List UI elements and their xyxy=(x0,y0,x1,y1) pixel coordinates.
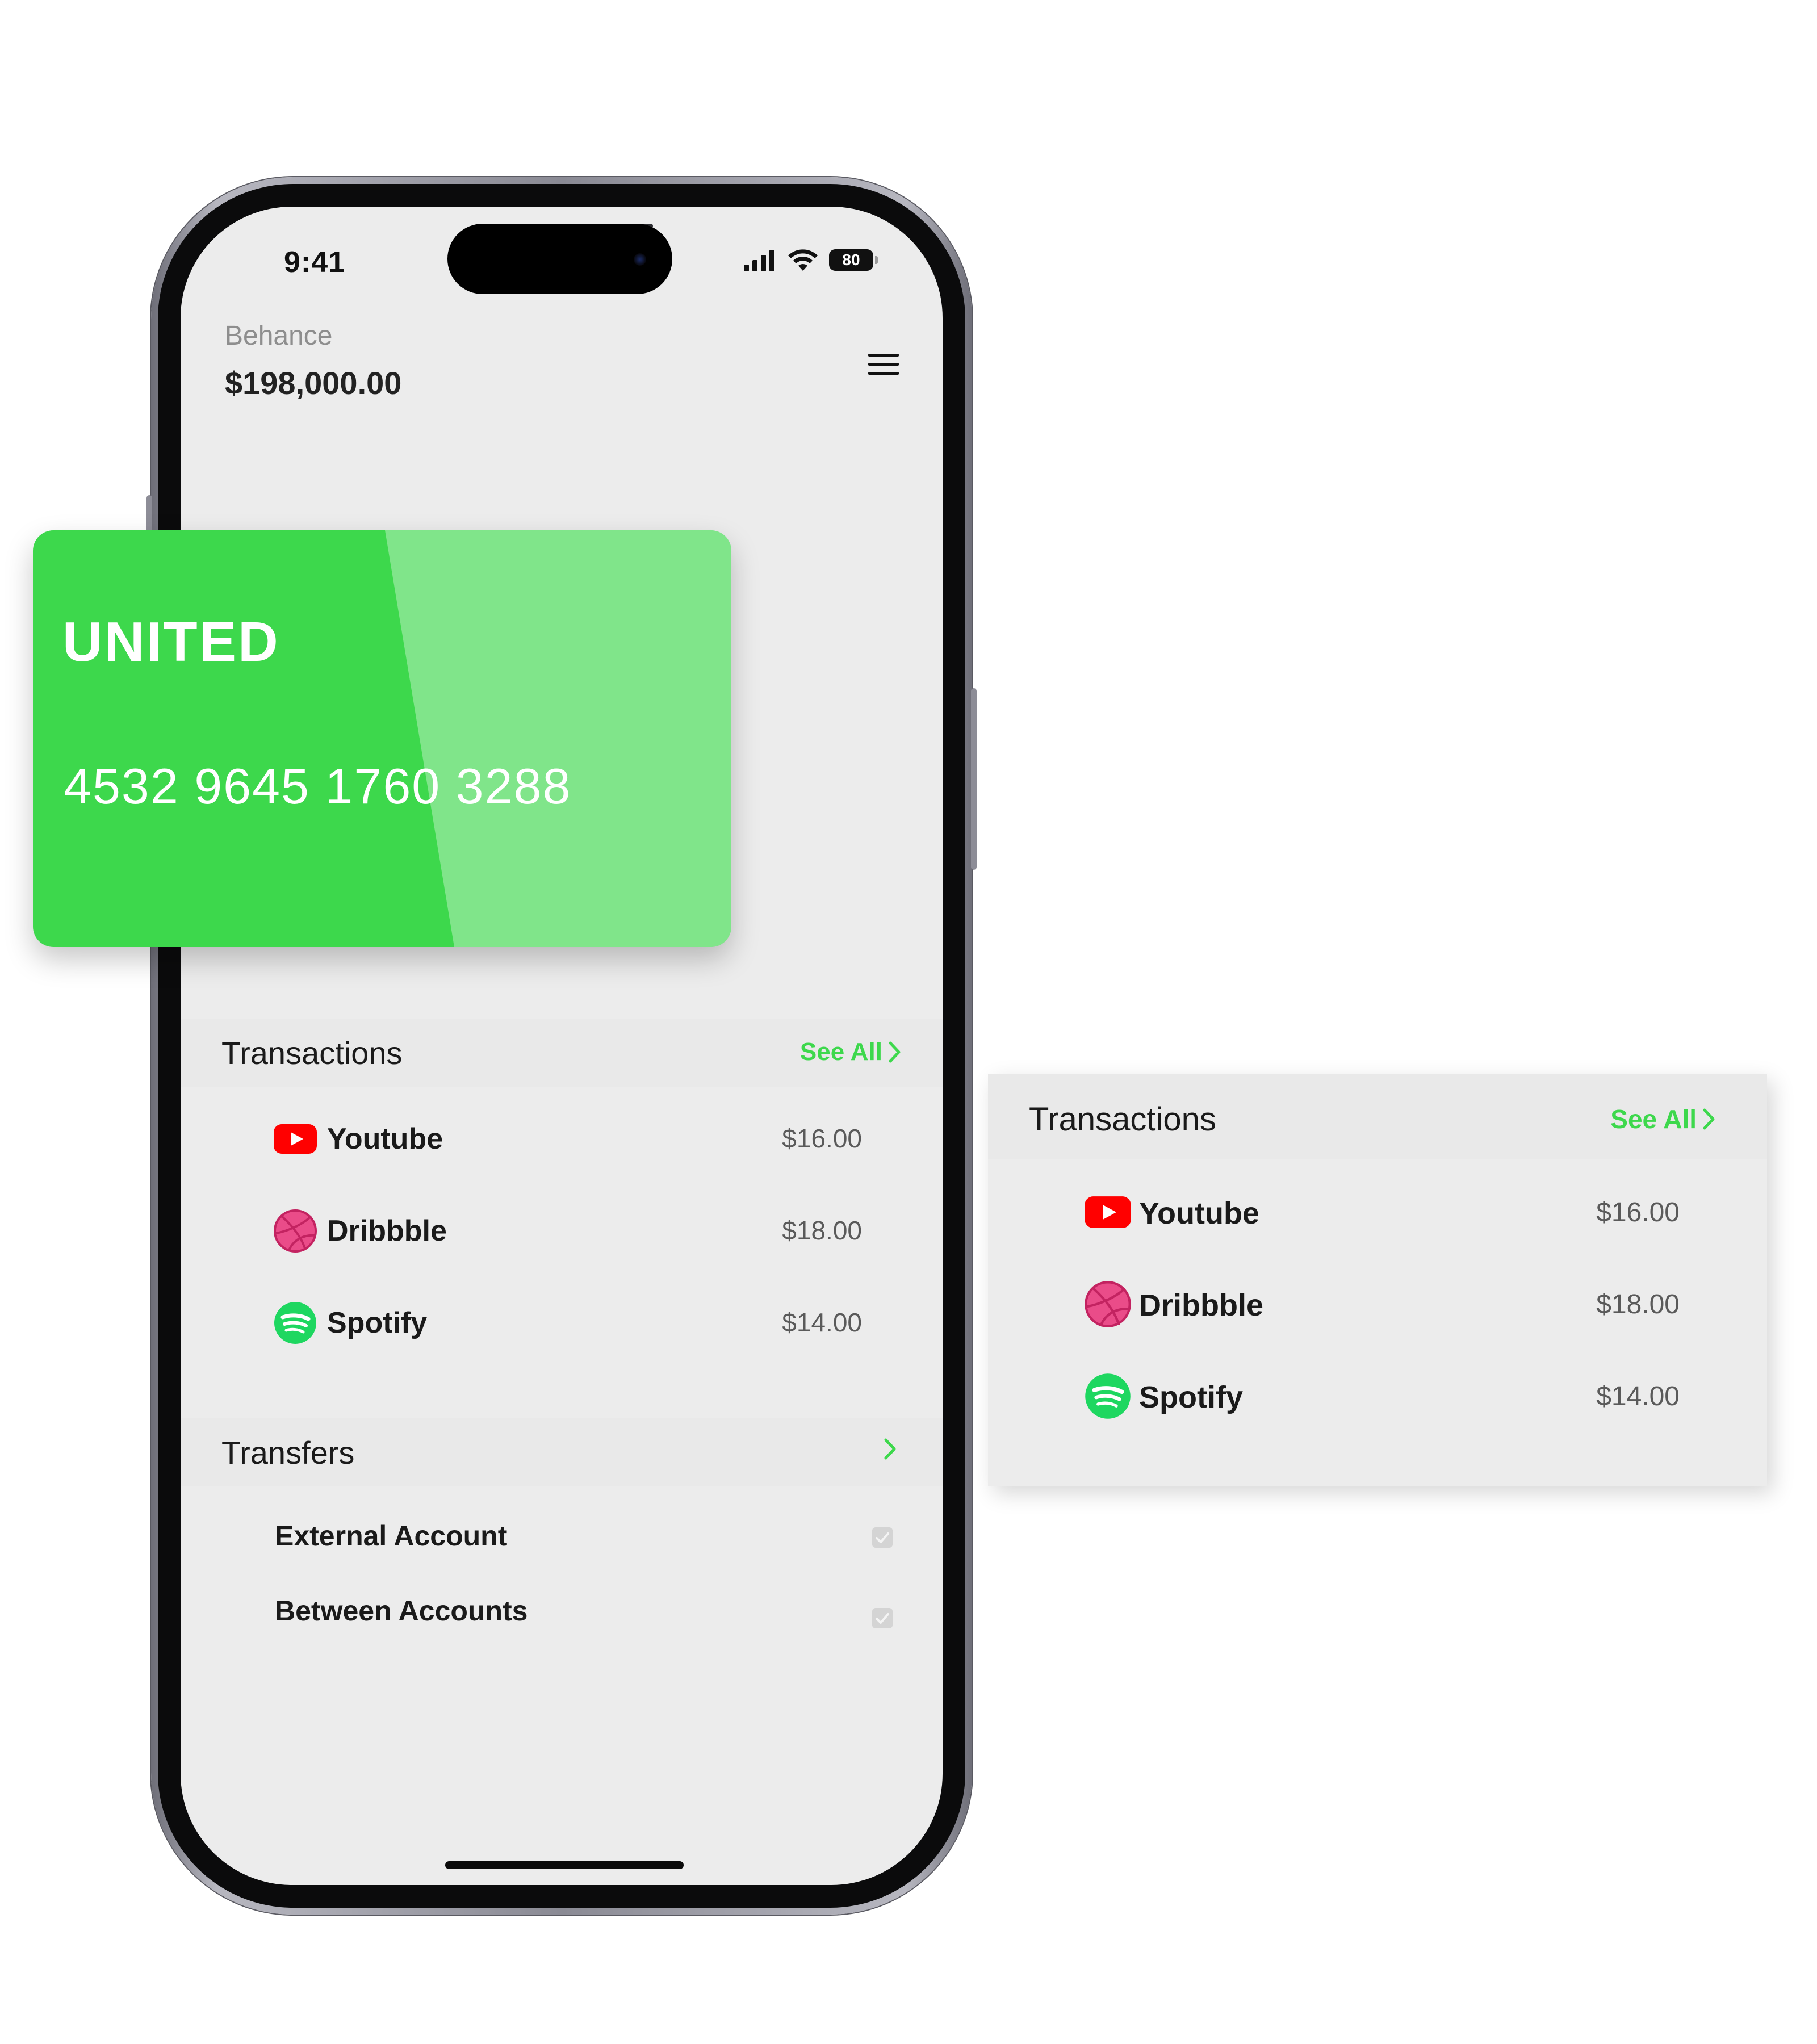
transaction-row-dribbble[interactable]: Dribbble $18.00 xyxy=(988,1262,1767,1347)
transaction-name: Spotify xyxy=(1139,1380,1243,1414)
chevron-right-icon xyxy=(884,1438,896,1460)
chevron-right-icon xyxy=(1703,1108,1715,1130)
home-indicator[interactable] xyxy=(445,1861,684,1869)
transfers-header[interactable]: Transfers xyxy=(181,1418,943,1486)
youtube-icon xyxy=(1083,1188,1132,1237)
spotify-icon xyxy=(1083,1372,1132,1421)
transaction-name: Youtube xyxy=(1139,1196,1259,1230)
transactions-header: Transactions See All xyxy=(181,1019,943,1087)
see-all-label: See All xyxy=(1610,1104,1697,1134)
transfer-label: External Account xyxy=(275,1520,508,1552)
transaction-amount: $16.00 xyxy=(782,1124,862,1153)
dribbble-icon xyxy=(1083,1280,1132,1329)
account-name: Behance xyxy=(225,321,333,351)
see-all-link[interactable]: See All xyxy=(1610,1104,1716,1134)
transaction-amount: $18.00 xyxy=(782,1216,862,1245)
transactions-zoom-panel: Transactions See All Youtube $16.00 Drib… xyxy=(988,1074,1767,1486)
card-gloss-overlay xyxy=(385,530,731,947)
front-camera xyxy=(634,253,646,266)
checkbox-checked-icon[interactable] xyxy=(871,1526,894,1549)
see-all-label: See All xyxy=(799,1038,882,1066)
status-time: 9:41 xyxy=(283,246,346,279)
account-balance: $198,000.00 xyxy=(225,365,402,401)
transaction-amount: $16.00 xyxy=(1596,1197,1680,1228)
cellular-signal-icon xyxy=(744,250,774,271)
checkbox-checked-icon[interactable] xyxy=(871,1607,894,1630)
battery-icon: 80 xyxy=(829,249,878,271)
transfers-title: Transfers xyxy=(221,1435,355,1471)
spotify-icon xyxy=(273,1300,318,1346)
transaction-row-dribbble[interactable]: Dribbble $18.00 xyxy=(181,1195,943,1263)
transaction-amount: $14.00 xyxy=(782,1308,862,1337)
transaction-row-youtube[interactable]: Youtube $16.00 xyxy=(181,1103,943,1171)
phone-frame: 9:41 80 Behance $198,000.00 Transactions… xyxy=(146,177,977,1915)
transaction-amount: $14.00 xyxy=(1596,1381,1680,1411)
transaction-name: Youtube xyxy=(327,1122,443,1155)
transfer-row-between-accounts[interactable]: Between Accounts xyxy=(181,1582,943,1639)
chevron-right-icon xyxy=(889,1041,901,1063)
battery-level: 80 xyxy=(842,251,860,269)
transfer-label: Between Accounts xyxy=(275,1595,528,1627)
see-all-link[interactable]: See All xyxy=(800,1038,902,1066)
transaction-row-spotify[interactable]: Spotify $14.00 xyxy=(988,1354,1767,1439)
transaction-row-spotify[interactable]: Spotify $14.00 xyxy=(181,1287,943,1355)
transaction-amount: $18.00 xyxy=(1596,1289,1680,1320)
youtube-icon xyxy=(273,1116,318,1162)
transfers-chevron[interactable] xyxy=(884,1438,897,1460)
transaction-row-youtube[interactable]: Youtube $16.00 xyxy=(988,1170,1767,1255)
transactions-header: Transactions See All xyxy=(988,1074,1767,1159)
menu-button[interactable] xyxy=(861,342,906,387)
power-button xyxy=(971,688,977,870)
dynamic-island xyxy=(447,224,672,294)
hamburger-menu-icon xyxy=(868,354,899,375)
transactions-title: Transactions xyxy=(221,1035,403,1071)
wifi-icon xyxy=(788,249,818,271)
dribbble-icon xyxy=(273,1208,318,1254)
card-brand: UNITED xyxy=(62,610,280,673)
phone-screen: 9:41 80 Behance $198,000.00 Transactions… xyxy=(181,207,943,1885)
transaction-name: Spotify xyxy=(327,1306,428,1339)
transaction-name: Dribbble xyxy=(1139,1288,1264,1322)
card-number: 4532 9645 1760 3288 xyxy=(64,758,572,814)
transaction-name: Dribbble xyxy=(327,1214,447,1247)
credit-card[interactable]: UNITED 4532 9645 1760 3288 xyxy=(33,530,731,947)
transactions-title: Transactions xyxy=(1029,1101,1216,1138)
status-icons: 80 xyxy=(743,243,878,277)
transfer-row-external-account[interactable]: External Account xyxy=(181,1507,943,1564)
battery-tip xyxy=(875,256,878,264)
